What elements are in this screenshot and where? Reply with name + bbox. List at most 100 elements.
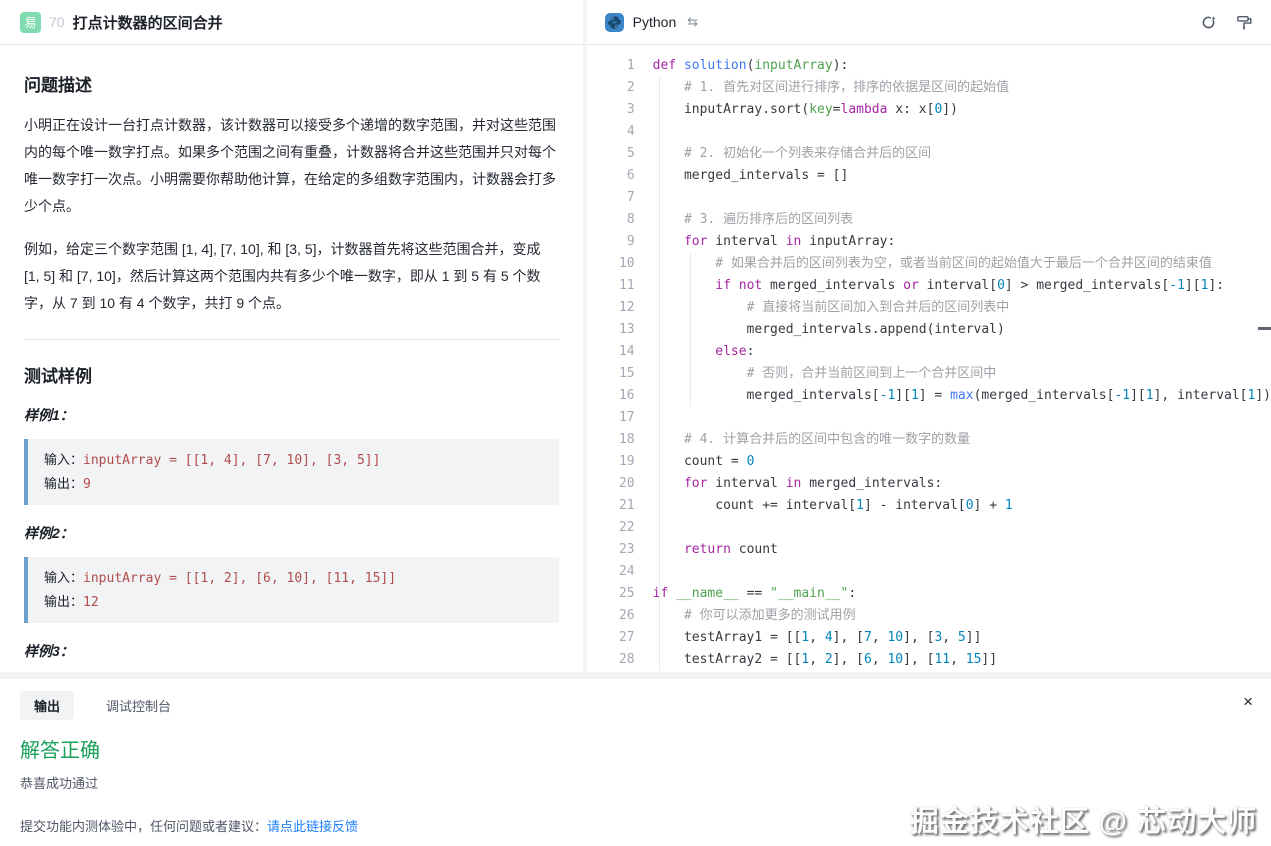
code-line-content: for interval in inputArray: [635, 234, 896, 249]
code-token: # 你可以添加更多的测试用例 [684, 608, 856, 623]
code-token [653, 212, 684, 227]
output-value: 12 [83, 595, 99, 610]
code-token: 0 [997, 278, 1005, 293]
code-token: x: x[ [887, 102, 934, 117]
feedback-link[interactable]: 请点此链接反馈 [267, 819, 358, 834]
code-token: 2 [825, 652, 833, 667]
indent-guide [690, 253, 691, 407]
code-line: 3 inputArray.sort(key=lambda x: x[0]) [587, 99, 1271, 121]
line-number: 2 [587, 77, 635, 99]
code-token: ], [ [903, 630, 934, 645]
sample-label: 样例2： [24, 523, 559, 543]
line-number: 24 [587, 561, 635, 583]
output-label: 输出： [44, 594, 83, 609]
code-token [653, 278, 716, 293]
code-token: ] + [974, 498, 1005, 513]
line-number: 22 [587, 517, 635, 539]
console-splitter[interactable] [0, 672, 1271, 679]
description-paragraphs: 小明正在设计一台打点计数器，该计数器可以接受多个递增的数字范围，并对这些范围内的… [24, 112, 559, 317]
language-selector[interactable]: Python ⇆ [605, 13, 699, 32]
sample-label: 样例1： [24, 405, 559, 425]
code-line-content: testArray1 = [[1, 4], [7, 10], [3, 5]] [635, 630, 982, 645]
line-number: 8 [587, 209, 635, 231]
code-token: inputArray.sort( [653, 102, 810, 117]
code-token: for [684, 234, 707, 249]
code-editor[interactable]: 1def solution(inputArray):2 # 1. 首先对区间进行… [587, 45, 1271, 672]
code-token: 1 [801, 652, 809, 667]
console-tab-调试控制台[interactable]: 调试控制台 [92, 691, 185, 720]
workspace: 易 70 打点计数器的区间合并 问题描述 小明正在设计一台打点计数器，该计数器可… [0, 0, 1271, 672]
code-token: return [684, 542, 731, 557]
code-line: 18 # 4. 计算合并后的区间中包含的唯一数字的数量 [587, 429, 1271, 451]
code-line-content: merged_intervals[-1][1] = max(merged_int… [635, 388, 1271, 403]
line-number: 12 [587, 297, 635, 319]
code-line-content: for interval in merged_intervals: [635, 476, 943, 491]
code-token: ]] [981, 652, 997, 667]
code-token: # 3. 遍历排序后的区间列表 [684, 212, 853, 227]
code-token: 6 [864, 652, 872, 667]
code-token: 11 [934, 652, 950, 667]
console-tab-输出[interactable]: 输出 [20, 691, 74, 720]
code-line-content [635, 124, 653, 139]
code-line-content: else: [635, 344, 755, 359]
code-token: # 如果合并后的区间列表为空，或者当前区间的起始值大于最后一个合并区间的结束值 [715, 256, 1212, 271]
code-token [653, 146, 684, 161]
sample-input-row: 输入：inputArray = [[1, 2], [6, 10], [11, 1… [44, 566, 543, 590]
code-line-content [635, 410, 653, 425]
code-token: -1 [1114, 388, 1130, 403]
line-number: 19 [587, 451, 635, 473]
input-value: inputArray = [[1, 2], [6, 10], [11, 15]] [83, 571, 396, 586]
code-token: inputArray: [801, 234, 895, 249]
code-line-content: # 你可以添加更多的测试用例 [635, 608, 856, 623]
code-line: 8 # 3. 遍历排序后的区间列表 [587, 209, 1271, 231]
code-token: 1 [801, 630, 809, 645]
code-line: 1def solution(inputArray): [587, 55, 1271, 77]
switch-language-icon[interactable]: ⇆ [687, 14, 698, 30]
code-token [653, 256, 716, 271]
code-token [653, 344, 716, 359]
code-token: ] = [919, 388, 950, 403]
format-code-icon[interactable] [1235, 13, 1253, 31]
code-line-content: if __name__ == "__main__": [635, 586, 857, 601]
code-line: 2 # 1. 首先对区间进行排序，排序的依据是区间的起始值 [587, 77, 1271, 99]
line-number: 26 [587, 605, 635, 627]
close-icon[interactable]: × [1243, 693, 1253, 710]
code-token: max [950, 388, 973, 403]
code-token: ], [ [903, 652, 934, 667]
code-token: 0 [966, 498, 974, 513]
line-number: 6 [587, 165, 635, 187]
code-token: , [950, 652, 966, 667]
code-token: inputArray [754, 58, 832, 73]
line-number: 25 [587, 583, 635, 605]
line-number: 1 [587, 55, 635, 77]
editor-scrollbar[interactable] [1258, 327, 1271, 330]
line-number: 21 [587, 495, 635, 517]
line-number: 7 [587, 187, 635, 209]
code-line: 27 testArray1 = [[1, 4], [7, 10], [3, 5]… [587, 627, 1271, 649]
sample-block: 输入：inputArray = [[1, 4], [7, 10], [3, 5]… [24, 439, 559, 505]
code-line-content: # 如果合并后的区间列表为空，或者当前区间的起始值大于最后一个合并区间的结束值 [635, 256, 1212, 271]
code-token: , [809, 652, 825, 667]
code-token: "__main__" [770, 586, 848, 601]
line-number: 5 [587, 143, 635, 165]
code-token [653, 542, 684, 557]
sample-label: 样例3： [24, 641, 559, 661]
code-token: count += interval[ [653, 498, 857, 513]
code-line-content [635, 520, 653, 535]
code-line-content: testArray2 = [[1, 2], [6, 10], [11, 15]] [635, 652, 997, 667]
line-number: 16 [587, 385, 635, 407]
code-token: 15 [966, 652, 982, 667]
line-number: 18 [587, 429, 635, 451]
reset-code-icon[interactable] [1199, 13, 1217, 31]
output-label: 输出： [44, 476, 83, 491]
code-token [653, 366, 747, 381]
code-token: count = [653, 454, 747, 469]
code-token: # 否则，合并当前区间到上一个合并区间中 [747, 366, 997, 381]
problem-panel: 易 70 打点计数器的区间合并 问题描述 小明正在设计一台打点计数器，该计数器可… [0, 0, 583, 672]
code-token: 4 [825, 630, 833, 645]
code-token: # 1. 首先对区间进行排序，排序的依据是区间的起始值 [684, 80, 1009, 95]
code-token: interval [707, 234, 785, 249]
line-number: 17 [587, 407, 635, 429]
code-line: 17 [587, 407, 1271, 429]
code-line-content: return count [635, 542, 778, 557]
